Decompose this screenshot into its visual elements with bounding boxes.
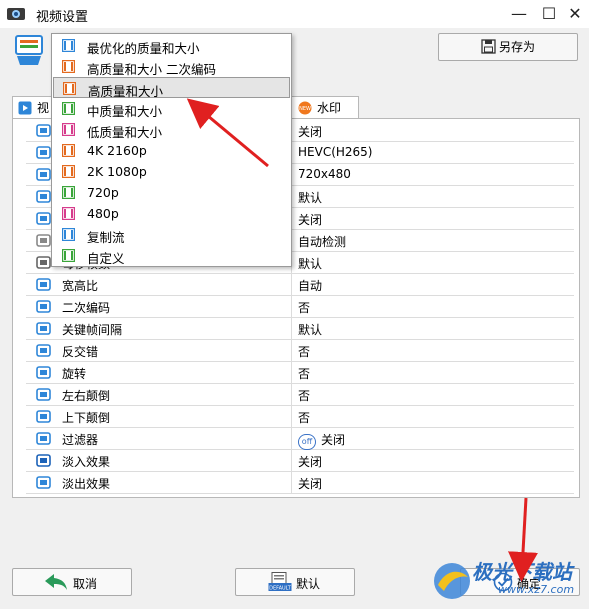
- arrow-to-ok: [508, 497, 538, 582]
- arrow-to-preset: [186, 98, 269, 168]
- annotation-arrows: [186, 98, 538, 582]
